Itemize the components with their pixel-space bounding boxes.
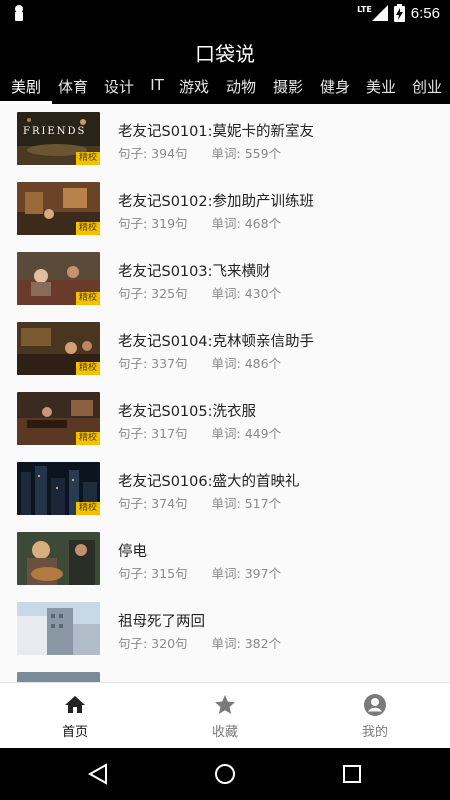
back-icon[interactable] (86, 762, 110, 786)
item-title: 老友记S0106:盛大的首映礼 (118, 474, 300, 490)
sentence-count: 句子: 374句 (118, 496, 188, 511)
list-item[interactable]: 精校 老友记S0103:飞来横财 句子: 325句 单词: 430个 (0, 244, 450, 314)
item-meta: 句子: 337句 单词: 486个 (118, 353, 281, 372)
item-title: 老友记S0102:参加助产训练班 (118, 194, 314, 210)
item-meta: 句子: 319句 单词: 468个 (118, 213, 281, 232)
home-icon (65, 696, 85, 713)
badge: 精校 (75, 502, 100, 515)
list-item[interactable]: 精校 老友记S0104:克林顿亲信助手 句子: 337句 单词: 486个 (0, 314, 450, 384)
tab-photography[interactable]: 摄影 (264, 70, 312, 104)
category-tabs: 美剧 体育 设计 IT 游戏 动物 摄影 健身 美业 创业 (0, 70, 450, 104)
word-count: 单词: 449个 (211, 426, 282, 441)
list-item[interactable]: 停电 句子: 315句 单词: 397个 (0, 524, 450, 594)
word-count: 单词: 468个 (211, 216, 282, 231)
sentence-count: 句子: 325句 (118, 286, 188, 301)
word-count: 单词: 382个 (211, 636, 282, 651)
bottom-navigation: 首页 收藏 我的 (0, 682, 450, 748)
thumbnail (17, 532, 100, 585)
item-meta: 句子: 374句 单词: 517个 (118, 493, 281, 512)
nav-label: 收藏 (211, 725, 238, 740)
word-count: 单词: 517个 (211, 496, 282, 511)
word-count: 单词: 430个 (211, 286, 282, 301)
tab-fitness[interactable]: 健身 (312, 70, 358, 104)
tab-it[interactable]: IT (144, 70, 170, 104)
thumbnail: FRIENDS 精校 (17, 112, 100, 165)
battery-charging-icon (393, 4, 405, 22)
notification-icon (15, 5, 23, 21)
badge: 精校 (75, 152, 100, 165)
badge: 精校 (75, 222, 100, 235)
item-title: 祖母死了两回 (118, 614, 205, 630)
thumbnail (17, 602, 100, 655)
thumbnail: 精校 (17, 392, 100, 445)
tab-meiju[interactable]: 美剧 (0, 70, 52, 104)
list-item-partial[interactable] (0, 664, 450, 682)
status-bar: LTE 6:56 (0, 0, 450, 26)
signal-icon (371, 5, 388, 21)
episode-list[interactable]: FRIENDS 精校 老友记S0101:莫妮卡的新室友 句子: 394句单词: … (0, 104, 450, 682)
item-meta: 句子: 315句 单词: 397个 (118, 563, 281, 582)
system-navigation-bar (0, 748, 450, 800)
list-item[interactable]: 精校 老友记S0105:洗衣服 句子: 317句 单词: 449个 (0, 384, 450, 454)
item-meta: 句子: 317句 单词: 449个 (118, 423, 281, 442)
thumbnail (17, 672, 100, 682)
word-count: 单词: 397个 (211, 566, 282, 581)
item-title: 停电 (118, 544, 147, 560)
word-count: 单词: 559个 (211, 146, 282, 161)
nav-favorites[interactable]: 收藏 (150, 683, 300, 748)
word-count: 单词: 486个 (211, 356, 282, 371)
account-icon (364, 694, 386, 716)
sentence-count: 句子: 315句 (118, 566, 188, 581)
tab-design[interactable]: 设计 (94, 70, 144, 104)
item-title: 老友记S0105:洗衣服 (118, 404, 256, 420)
thumbnail-caption: FRIENDS (23, 126, 87, 137)
badge: 精校 (75, 292, 100, 305)
item-meta: 句子: 320句 单词: 382个 (118, 633, 281, 652)
clock: 6:56 (410, 4, 440, 22)
sentence-count: 句子: 317句 (118, 426, 188, 441)
status-right: LTE 6:56 (357, 3, 440, 23)
list-item[interactable]: FRIENDS 精校 老友记S0101:莫妮卡的新室友 句子: 394句 单词: … (0, 104, 450, 174)
thumbnail: 精校 (17, 322, 100, 375)
tab-sports[interactable]: 体育 (52, 70, 94, 104)
tab-startup[interactable]: 创业 (404, 70, 450, 104)
item-title: 老友记S0103:飞来横财 (118, 264, 271, 280)
nav-profile[interactable]: 我的 (300, 683, 450, 748)
badge: 精校 (75, 362, 100, 375)
thumbnail: 精校 (17, 462, 100, 515)
nav-label: 我的 (361, 725, 388, 740)
sentence-count: 句子: 337句 (118, 356, 188, 371)
app-title: 口袋说 (195, 42, 255, 66)
network-type: LTE (357, 4, 372, 14)
tab-animals[interactable]: 动物 (218, 70, 264, 104)
nav-home[interactable]: 首页 (0, 683, 150, 748)
tab-beauty[interactable]: 美业 (358, 70, 404, 104)
nav-label: 首页 (61, 725, 88, 740)
item-title: 老友记S0101:莫妮卡的新室友 (118, 124, 314, 140)
item-meta: 句子: 394句 单词: 559个 (118, 143, 281, 162)
badge: 精校 (75, 432, 100, 445)
item-title: 老友记S0104:克林顿亲信助手 (118, 334, 314, 350)
list-item[interactable]: 精校 老友记S0102:参加助产训练班 句子: 319句 单词: 468个 (0, 174, 450, 244)
tab-games[interactable]: 游戏 (170, 70, 218, 104)
star-icon (215, 695, 235, 714)
list-item[interactable]: 精校 老友记S0106:盛大的首映礼 句子: 374句 单词: 517个 (0, 454, 450, 524)
item-meta: 句子: 325句 单词: 430个 (118, 283, 281, 302)
thumbnail: 精校 (17, 182, 100, 235)
sentence-count: 句子: 320句 (118, 636, 188, 651)
list-item[interactable]: 祖母死了两回 句子: 320句 单词: 382个 (0, 594, 450, 664)
home-circle-icon[interactable] (213, 762, 237, 786)
app-bar: 口袋说 美剧 体育 设计 IT 游戏 动物 摄影 健身 美业 创业 (0, 26, 450, 104)
sentence-count: 句子: 394句 (118, 146, 188, 161)
sentence-count: 句子: 319句 (118, 216, 188, 231)
thumbnail: 精校 (17, 252, 100, 305)
recent-apps-icon[interactable] (340, 762, 364, 786)
